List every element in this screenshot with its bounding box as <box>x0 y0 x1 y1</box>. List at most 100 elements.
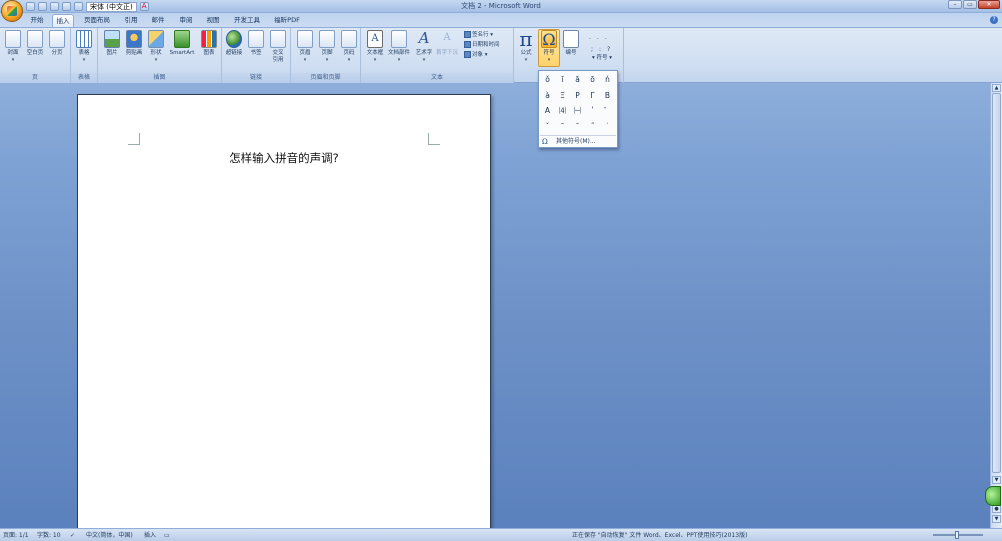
spell-check-icon[interactable]: ✓ <box>70 531 75 540</box>
equation-button[interactable]: π 公式 ▾ <box>515 29 537 72</box>
tab-references[interactable]: 引用 <box>120 14 142 27</box>
cross-reference-button[interactable]: 交叉引用 <box>267 30 289 72</box>
object-button[interactable]: 对象 ▾ <box>464 51 488 60</box>
symbol-cell[interactable]: ˇ <box>540 119 555 135</box>
wordart-button[interactable]: A 艺术字 ▾ <box>413 30 435 72</box>
save-icon[interactable] <box>26 2 35 11</box>
tab-home[interactable]: 开始 <box>26 14 48 27</box>
shapes-button[interactable]: 形状 ▾ <box>145 30 167 72</box>
group-header-footer: 页眉 ▾ 页脚 ▾ 页码 ▾ 页眉和页脚 <box>291 28 361 83</box>
symbol-cell[interactable]: ˘ <box>570 119 585 135</box>
symbol-cell[interactable]: ō <box>585 72 600 88</box>
header-label: 页眉 <box>299 50 311 56</box>
blank-page-label: 空白页 <box>26 50 44 56</box>
symbol-cell[interactable]: ゛ <box>600 103 615 119</box>
browse-object-button[interactable]: ● <box>992 505 1001 513</box>
margin-corner-tl <box>128 133 140 145</box>
print-preview-icon[interactable] <box>62 2 71 11</box>
cover-page-icon <box>5 30 21 48</box>
symbol-cell[interactable]: ˜ <box>555 119 570 135</box>
symbol-cell[interactable]: ˝ <box>585 119 600 135</box>
tab-developer[interactable]: 开发工具 <box>231 14 263 27</box>
office-button[interactable] <box>1 0 23 22</box>
page-number-button[interactable]: 页码 ▾ <box>338 30 360 72</box>
status-page[interactable]: 页面: 1/1 <box>3 531 29 540</box>
tab-mailings[interactable]: 邮件 <box>147 14 169 27</box>
font-color-icon[interactable]: A <box>139 2 149 11</box>
symbol-cell[interactable]: ⑷ <box>555 103 570 119</box>
symbol-cell[interactable]: ʹ <box>585 103 600 119</box>
tab-page-layout[interactable]: 页面布局 <box>81 14 113 27</box>
picture-button[interactable]: 图片 <box>101 30 123 72</box>
page-break-button[interactable]: 分页 <box>46 30 68 72</box>
header-button[interactable]: 页眉 ▾ <box>294 30 316 72</box>
symbol-cell[interactable]: Ρ <box>570 88 585 104</box>
status-mode[interactable]: 插入 <box>144 531 156 540</box>
symbol-cell[interactable]: Β <box>600 88 615 104</box>
symbol-cell[interactable]: ㈠ <box>570 103 585 119</box>
scroll-up-button[interactable]: ▲ <box>992 84 1001 92</box>
symbol-cell[interactable]: ń <box>600 72 615 88</box>
minimize-button[interactable]: – <box>948 0 962 9</box>
page-number-icon <box>341 30 357 48</box>
textbox-label: 文本框 <box>366 50 384 56</box>
hyperlink-button[interactable]: 超链接 <box>223 30 245 72</box>
symbol-cell[interactable]: à <box>540 88 555 104</box>
signature-line-button[interactable]: 签名行 ▾ <box>464 31 493 40</box>
tab-view[interactable]: 视图 <box>202 14 224 27</box>
picture-icon <box>104 30 120 48</box>
restore-button[interactable]: ▭ <box>963 0 977 9</box>
document-text[interactable]: 怎样输入拼音的声调? <box>78 150 490 166</box>
symbol-cell[interactable]: Α <box>540 103 555 119</box>
new-document-icon[interactable] <box>74 2 83 11</box>
vertical-scrollbar[interactable]: ▲ ▼ ▲ ● ▼ <box>990 83 1002 528</box>
chart-button[interactable]: 图表 <box>198 30 220 72</box>
status-language[interactable]: 中文(简体，中国) <box>86 531 133 540</box>
redo-icon[interactable] <box>50 2 59 11</box>
document-page[interactable]: 怎样输入拼音的声调? <box>77 94 491 534</box>
symbol-cell[interactable]: Ξ <box>555 88 570 104</box>
group-label-tables: 表格 <box>71 73 97 83</box>
help-icon[interactable]: ? <box>990 16 998 24</box>
date-time-button[interactable]: 日期和时间 <box>464 41 500 50</box>
drop-cap-button[interactable]: A 首字下沉 <box>436 30 458 72</box>
clipart-button[interactable]: 剪贴画 <box>123 30 145 72</box>
tab-insert[interactable]: 插入 <box>52 14 74 27</box>
special-symbol-label: 符号 <box>596 55 608 61</box>
quick-parts-button[interactable]: 文档部件 ▾ <box>387 30 411 72</box>
numbering-button[interactable]: 编号 <box>560 30 582 72</box>
status-words[interactable]: 字数: 10 <box>37 531 61 540</box>
special-symbols-dots[interactable]: · · · <box>589 34 607 43</box>
symbol-cell[interactable]: ˙ <box>600 119 615 135</box>
cover-page-button[interactable]: 封面 ▾ <box>2 30 24 72</box>
close-button[interactable]: ✕ <box>978 0 1000 9</box>
special-symbol-button[interactable]: ▾ 符号 ▾ <box>592 54 612 63</box>
symbol-cell[interactable]: ī <box>555 72 570 88</box>
next-page-button[interactable]: ▼ <box>992 515 1001 523</box>
macro-record-icon[interactable]: ▭ <box>164 531 170 540</box>
tab-review[interactable]: 审阅 <box>175 14 197 27</box>
blank-page-button[interactable]: 空白页 <box>24 30 46 72</box>
symbol-button[interactable]: Ω 符号 ▾ <box>538 30 560 72</box>
font-name-box[interactable]: 宋体 (中文正) <box>86 1 137 12</box>
group-pages: 封面 ▾ 空白页 分页 页 <box>0 28 71 83</box>
scroll-down-button[interactable]: ▼ <box>992 476 1001 484</box>
bookmark-button[interactable]: 书签 <box>245 30 267 72</box>
blank-page-icon <box>27 30 43 48</box>
scroll-thumb[interactable] <box>992 93 1001 473</box>
undo-icon[interactable] <box>38 2 47 11</box>
zoom-slider-knob[interactable] <box>955 531 959 539</box>
assistant-badge-icon[interactable] <box>985 486 1001 506</box>
special-symbols-punct[interactable]: ; : ? <box>591 44 610 53</box>
symbol-cell[interactable]: ā <box>570 72 585 88</box>
bookmark-icon <box>248 30 264 48</box>
symbol-cell[interactable]: ǒ <box>540 72 555 88</box>
tab-foxit-pdf[interactable]: 福昕PDF <box>270 14 304 27</box>
textbox-button[interactable]: A 文本框 ▾ <box>364 30 386 72</box>
smartart-button[interactable]: SmartArt <box>167 30 197 72</box>
footer-button[interactable]: 页脚 ▾ <box>316 30 338 72</box>
symbol-cell[interactable]: Γ <box>585 88 600 104</box>
picture-label: 图片 <box>106 50 118 56</box>
table-button[interactable]: 表格 ▾ <box>73 30 95 72</box>
more-symbols-menu-item[interactable]: Ω 其他符号(M)... <box>540 135 616 147</box>
